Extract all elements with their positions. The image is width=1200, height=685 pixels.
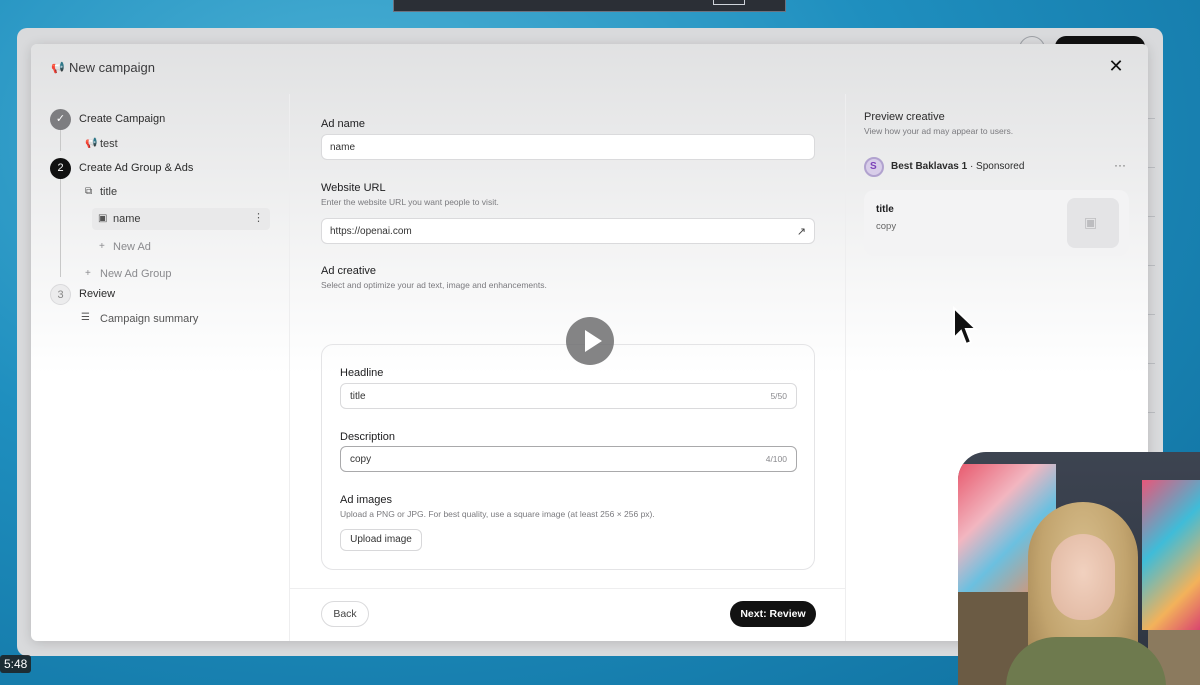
sidebar-item-ad[interactable]: ▣ name ⋮ <box>92 208 270 230</box>
back-button[interactable]: Back <box>321 601 369 627</box>
summary-icon: ☰ <box>81 312 90 323</box>
step-2-number: 2 <box>50 158 71 179</box>
ad-images-help: Upload a PNG or JPG. For best quality, u… <box>340 509 655 519</box>
close-icon: ✕ <box>1108 56 1124 76</box>
close-button[interactable]: ✕ <box>1106 56 1126 76</box>
description-label: Description <box>340 431 396 443</box>
background-window-strip <box>393 0 786 12</box>
headline-value: title <box>350 391 366 402</box>
video-timestamp: 5:48 <box>0 655 32 673</box>
image-icon: ▣ <box>1084 214 1098 230</box>
sponsored-label: · Sponsored <box>967 161 1025 172</box>
plus-icon: + <box>99 241 105 252</box>
sidebar-item-ad-label: name <box>113 213 141 225</box>
next-review-button[interactable]: Next: Review <box>730 601 816 627</box>
modal-header: 📢 New campaign ✕ <box>31 44 1148 90</box>
video-play-button[interactable] <box>566 317 614 365</box>
plus-icon: + <box>85 268 91 279</box>
mouse-cursor-icon <box>953 306 979 346</box>
step-1-check-icon: ✓ <box>50 109 71 130</box>
background-artwork <box>1142 480 1200 630</box>
website-url-value: https://openai.com <box>330 226 412 237</box>
upload-image-button[interactable]: Upload image <box>340 529 422 551</box>
new-ad-button[interactable]: New Ad <box>113 241 151 253</box>
preview-subtitle: View how your ad may appear to users. <box>864 126 1014 136</box>
presenter-body <box>1006 637 1166 685</box>
play-icon <box>585 330 602 352</box>
stepper-line <box>60 174 61 277</box>
preview-card-copy: copy <box>876 221 897 232</box>
campaign-stepper: ✓ Create Campaign 📢 test 2 Create Ad Gro… <box>31 104 289 404</box>
step-2-label[interactable]: Create Ad Group & Ads <box>79 162 193 174</box>
megaphone-icon: 📢 <box>85 138 98 149</box>
headline-char-count: 5/50 <box>770 391 787 401</box>
preview-title: Preview creative <box>864 111 945 123</box>
step-3-label[interactable]: Review <box>79 288 115 300</box>
megaphone-icon: 📢 <box>51 62 65 74</box>
description-char-count: 4/100 <box>765 454 787 464</box>
ad-preview-card: title copy ▣ <box>864 190 1129 256</box>
brand-avatar: S <box>864 157 884 177</box>
sidebar-item-campaign-summary[interactable]: Campaign summary <box>100 313 198 325</box>
ad-name-input[interactable]: name <box>321 134 815 160</box>
website-url-label: Website URL <box>321 182 386 194</box>
ad-icon: ▣ <box>98 213 108 224</box>
modal-title: New campaign <box>69 60 155 75</box>
step-3-number: 3 <box>50 284 71 305</box>
description-input[interactable]: copy 4/100 <box>340 446 797 472</box>
step-1-label[interactable]: Create Campaign <box>79 113 165 125</box>
headline-label: Headline <box>340 367 384 379</box>
ad-creative-label: Ad creative <box>321 265 377 277</box>
website-url-help: Enter the website URL you want people to… <box>321 197 499 207</box>
new-ad-group-button[interactable]: New Ad Group <box>100 268 172 280</box>
ad-form: Ad name name Website URL Enter the websi… <box>289 94 846 641</box>
ad-creative-card: Headline title 5/50 Description copy 4/1… <box>321 344 815 570</box>
ad-group-icon: ⧉ <box>85 186 93 197</box>
website-url-input[interactable]: https://openai.com ↗ <box>321 218 815 244</box>
ad-name-value: name <box>330 142 356 153</box>
headline-input[interactable]: title 5/50 <box>340 383 797 409</box>
brand-line: Best Baklavas 1 · Sponsored <box>891 161 1024 172</box>
sidebar-item-ad-group[interactable]: title <box>100 186 117 198</box>
ad-name-label: Ad name <box>321 118 366 130</box>
external-link-icon[interactable]: ↗ <box>797 225 806 238</box>
preview-card-title: title <box>876 204 894 215</box>
ad-creative-help: Select and optimize your ad text, image … <box>321 280 547 290</box>
webcam-overlay <box>958 452 1200 685</box>
footer-divider <box>290 588 845 589</box>
description-value: copy <box>350 454 372 465</box>
preview-image-placeholder: ▣ <box>1067 198 1119 248</box>
presenter-face <box>1051 534 1115 620</box>
more-vertical-icon[interactable]: ⋮ <box>253 211 264 224</box>
brand-name: Best Baklavas 1 <box>891 161 968 172</box>
ad-images-label: Ad images <box>340 494 392 506</box>
sidebar-item-campaign[interactable]: test <box>100 138 118 150</box>
more-horizontal-icon[interactable]: ··· <box>1114 158 1126 172</box>
